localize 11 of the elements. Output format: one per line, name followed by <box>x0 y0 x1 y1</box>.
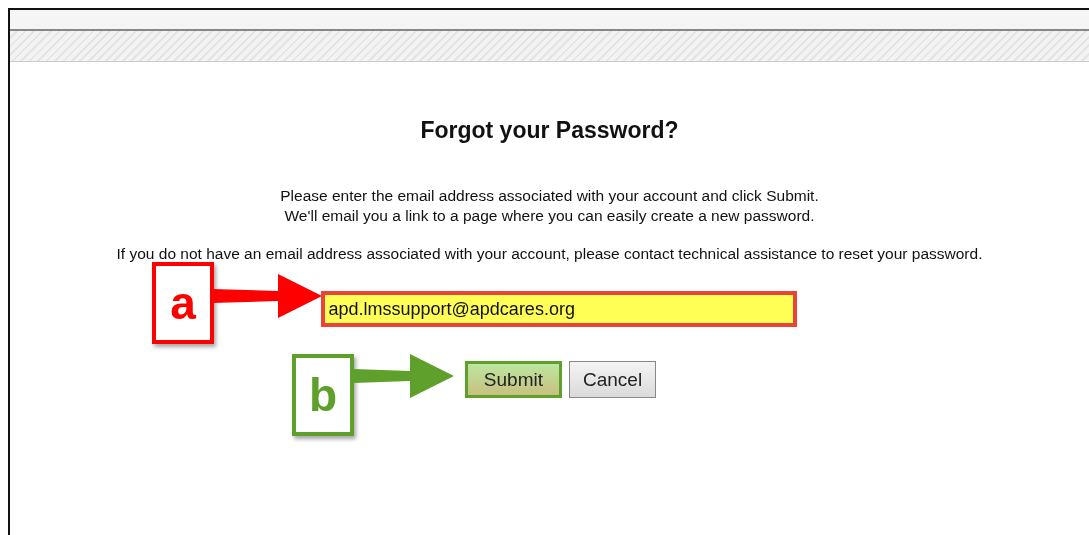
cancel-button[interactable]: Cancel <box>569 361 657 398</box>
page-title: Forgot your Password? <box>420 117 679 144</box>
email-field[interactable]: apd.lmssupport@apdcares.org <box>320 291 797 327</box>
arrow-icon <box>354 354 454 398</box>
callout-label: b <box>292 354 354 436</box>
callout-label: a <box>152 262 214 344</box>
instruction-text: We'll email you a link to a page where you can easily create a new password. <box>284 206 815 226</box>
note-text: If you do not have an email address associated with your account, please contact technical assistance to reset your password. <box>116 244 983 264</box>
submit-button[interactable]: Submit <box>464 361 562 398</box>
arrow-icon <box>212 274 322 318</box>
instruction-text: Please enter the email address associated with your account and click Submit. <box>280 186 819 206</box>
